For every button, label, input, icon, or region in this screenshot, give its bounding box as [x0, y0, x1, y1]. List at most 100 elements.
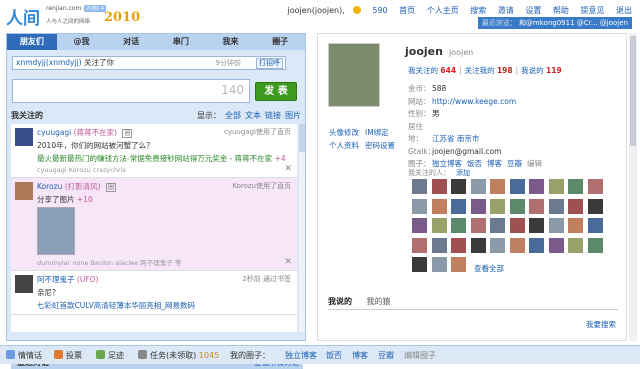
info-location[interactable]: 江苏省 南京市	[432, 134, 479, 143]
following-avatar[interactable]	[470, 237, 486, 253]
circle-link[interactable]: 饭否	[467, 159, 482, 168]
following-avatar[interactable]	[587, 179, 603, 194]
my-search-link[interactable]: 我要搜索	[586, 319, 616, 330]
notification-user[interactable]: xnmdyjj(xnmdyjj)	[16, 58, 82, 67]
personal-info-link[interactable]: 个人资料	[329, 141, 359, 150]
following-avatar[interactable]	[431, 179, 447, 194]
add-following-link[interactable]: 添加	[456, 169, 470, 177]
stat-following[interactable]: 我关注的 644	[408, 66, 456, 75]
tab-my-other[interactable]: 我的猿	[367, 294, 391, 310]
following-avatar[interactable]	[431, 218, 447, 233]
following-avatar[interactable]	[451, 218, 466, 233]
circle-link[interactable]: 豆瓣	[507, 159, 522, 168]
bottom-circle-link[interactable]: 豆瓣	[378, 350, 394, 361]
following-avatar[interactable]	[431, 257, 447, 272]
following-avatar[interactable]	[412, 179, 427, 194]
following-avatar[interactable]	[509, 218, 525, 233]
bottom-circle-link[interactable]: 独立博客	[285, 350, 317, 361]
nav-search[interactable]: 搜索	[470, 6, 486, 15]
item-author[interactable]: cyuugagi	[37, 128, 71, 137]
following-avatar[interactable]	[568, 179, 583, 194]
following-avatar[interactable]	[568, 198, 583, 214]
following-avatar[interactable]	[509, 179, 525, 194]
tab-circles[interactable]: 圈子	[255, 34, 305, 50]
following-avatar[interactable]	[412, 198, 427, 214]
recent-user[interactable]: @joojen	[600, 19, 628, 27]
following-avatar[interactable]	[548, 198, 564, 214]
send-button[interactable]: 发 表	[255, 82, 297, 101]
item-group[interactable]: (打影清风)	[65, 182, 101, 191]
following-avatar[interactable]	[529, 179, 544, 194]
following-avatar[interactable]	[431, 198, 447, 214]
nav-feedback[interactable]: 提意见	[580, 6, 604, 15]
tab-me[interactable]: 我来	[206, 34, 256, 50]
nav-invite[interactable]: 邀请	[498, 6, 514, 15]
current-user[interactable]: joojen(joojen),	[288, 6, 345, 15]
page-scrollbar[interactable]	[629, 33, 637, 341]
following-avatar[interactable]	[490, 179, 505, 194]
following-avatar[interactable]	[509, 198, 525, 214]
feed-scrollbar[interactable]	[299, 124, 305, 332]
stat-posts[interactable]: 我说的 119	[521, 66, 562, 75]
tab-mentions[interactable]: @我	[57, 34, 107, 50]
following-avatar[interactable]	[529, 218, 544, 233]
im-binding-link[interactable]: IM绑定	[365, 128, 389, 137]
see-all-link[interactable]: 查看全部	[474, 263, 504, 274]
circle-link[interactable]: 博客	[487, 159, 502, 168]
following-avatar[interactable]	[470, 179, 486, 194]
following-avatar[interactable]	[412, 218, 427, 233]
scroll-thumb[interactable]	[630, 36, 636, 146]
following-avatar[interactable]	[587, 218, 603, 233]
close-icon[interactable]: ✕	[284, 164, 292, 174]
info-website[interactable]: http://www.keege.com	[432, 97, 516, 106]
item-link[interactable]: 最火最新最热门的赚钱方法-常据免费接秒网站得万元奖金 - 蒋蒋不在家	[37, 154, 272, 163]
scroll-thumb[interactable]	[299, 124, 305, 152]
tab-conversations[interactable]: 对话	[106, 34, 156, 50]
item-author[interactable]: Korozu	[37, 182, 62, 191]
following-avatar[interactable]	[451, 179, 466, 194]
following-avatar[interactable]	[529, 198, 544, 214]
filter-image[interactable]: 图片	[285, 111, 301, 120]
item-group[interactable]: (UFO)	[77, 275, 99, 284]
following-avatar[interactable]	[548, 237, 564, 253]
bottom-footprint[interactable]: 足迹	[96, 350, 124, 361]
following-avatar[interactable]	[490, 218, 505, 233]
filter-text[interactable]: 文本	[245, 111, 261, 120]
item-author[interactable]: 阿不理鬼子	[37, 275, 75, 284]
bottom-chat[interactable]: 情情话	[6, 350, 42, 361]
shared-image[interactable]	[37, 207, 75, 255]
item-group[interactable]: (蒋蒋不在家)	[74, 128, 117, 137]
nav-logout[interactable]: 退出	[616, 6, 632, 15]
close-icon[interactable]: ✕	[284, 257, 292, 267]
following-avatar[interactable]	[587, 198, 603, 214]
bottom-vote[interactable]: 投票	[54, 350, 82, 361]
following-avatar[interactable]	[451, 237, 466, 253]
bottom-circle-link[interactable]: 博客	[352, 350, 368, 361]
password-link[interactable]: 密码设置	[365, 141, 395, 150]
greet-button[interactable]: 打招呼	[256, 58, 283, 69]
following-avatar[interactable]	[529, 237, 544, 253]
nav-profile[interactable]: 个人主页	[427, 6, 459, 15]
profile-avatar[interactable]	[328, 43, 380, 107]
following-avatar[interactable]	[451, 198, 466, 214]
stat-followers[interactable]: 关注我的 198	[465, 66, 513, 75]
circle-link[interactable]: 独立博客	[432, 159, 462, 168]
tab-visits[interactable]: 串门	[156, 34, 206, 50]
bottom-circle-link[interactable]: 饭否	[326, 350, 342, 361]
following-avatar[interactable]	[412, 257, 427, 272]
following-avatar[interactable]	[548, 218, 564, 233]
following-avatar[interactable]	[548, 179, 564, 194]
item-link[interactable]: 七彩虹首款CULV高清轻薄本华丽亮相_网易数码	[37, 301, 195, 310]
filter-link[interactable]: 链接	[265, 111, 281, 120]
following-avatar[interactable]	[490, 237, 505, 253]
recent-text[interactable]: 和@mkong0911 @Cr...	[519, 19, 598, 27]
following-avatar[interactable]	[568, 218, 583, 233]
post-textarea[interactable]: 140	[12, 79, 250, 103]
nav-help[interactable]: 帮助	[553, 6, 569, 15]
circle-edit[interactable]: 编辑	[527, 159, 542, 168]
filter-all[interactable]: 全部	[225, 111, 241, 120]
following-avatar[interactable]	[470, 218, 486, 233]
following-avatar[interactable]	[587, 237, 603, 253]
following-avatar[interactable]	[431, 237, 447, 253]
avatar[interactable]	[15, 182, 33, 200]
